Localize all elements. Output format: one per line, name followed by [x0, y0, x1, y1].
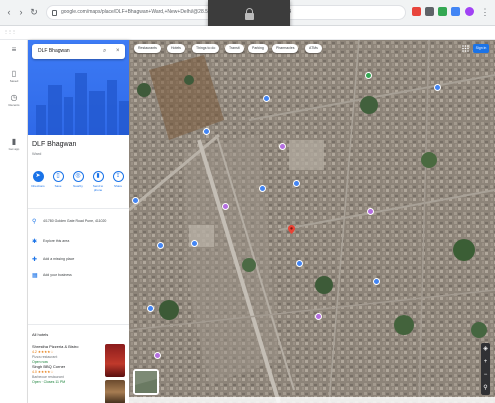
nearby-button[interactable]: ◎ Nearby [69, 171, 87, 188]
directions-icon: ➤ [32, 171, 44, 182]
map-footer-bar [129, 397, 495, 403]
compass-icon[interactable]: ◈ [481, 343, 490, 356]
extension-icon[interactable] [425, 7, 434, 16]
bookmark-icon: ▯ [52, 171, 64, 182]
zoom-out-button[interactable]: − [481, 369, 490, 382]
chip-transit[interactable]: Transit [225, 44, 244, 53]
extension-icon[interactable] [451, 7, 460, 16]
business-icon: ▦ [32, 273, 38, 279]
chip-hotels[interactable]: Hotels [167, 44, 185, 53]
add-business-row[interactable]: ▦ Add your business [32, 272, 127, 284]
save-button[interactable]: ▯ Save [49, 171, 67, 188]
add-place-icon: ✚ [32, 257, 38, 263]
map-poi-icon[interactable] [203, 128, 210, 135]
map-poi-icon[interactable] [279, 143, 286, 150]
directions-button[interactable]: ➤ Directions [29, 171, 47, 188]
send-to-phone-button[interactable]: ▮ Send to phone [89, 171, 107, 192]
chip-things-to-do[interactable]: Things to do [192, 44, 220, 53]
left-rail: ≡ ▯ Saved ◷ Recents ▮ Get app [0, 40, 28, 403]
chip-restaurants[interactable]: Restaurants [134, 44, 161, 53]
hamburger-icon: ≡ [11, 45, 17, 54]
bookmark-icon: ▯ [11, 69, 17, 78]
selected-place-pin[interactable] [288, 225, 295, 234]
map-poi-icon[interactable] [154, 352, 161, 359]
location-pin-icon: ⚲ [32, 219, 37, 225]
explore-area-row[interactable]: ✱ Explore this area [32, 238, 127, 250]
menu-button[interactable]: ≡ [0, 46, 28, 54]
sign-in-button[interactable]: Sign in [473, 44, 489, 53]
forward-icon[interactable]: › [16, 7, 26, 17]
place-actions: ➤ Directions ▯ Save ◎ Nearby ▮ Send to p… [28, 171, 129, 201]
apps-icon[interactable]: ⋮⋮⋮ [4, 29, 16, 34]
address-row[interactable]: ⚲ 4/1780 Golden Gate Road Pune, 411020 [32, 218, 127, 230]
map-poi-icon[interactable] [132, 197, 139, 204]
place-title: DLF Bhagwan [32, 141, 77, 148]
map-poi-icon[interactable] [157, 242, 164, 249]
nearby-heading: All hotels [32, 332, 49, 337]
chip-atms[interactable]: ATMs [305, 44, 322, 53]
profile-avatar[interactable] [465, 7, 474, 16]
extension-icon[interactable] [438, 7, 447, 16]
map-poi-icon[interactable] [147, 305, 154, 312]
rail-get-app[interactable]: ▮ Get app [0, 137, 28, 152]
explore-icon: ✱ [32, 239, 38, 245]
satellite-map[interactable]: Restaurants Hotels Things to do Transit … [129, 40, 495, 403]
map-poi-icon[interactable] [259, 185, 266, 192]
add-missing-place-row[interactable]: ✚ Add a missing place [32, 256, 127, 268]
rail-recents[interactable]: ◷ Recents [0, 93, 28, 108]
map-poi-icon[interactable] [365, 72, 372, 79]
map-poi-icon[interactable] [263, 95, 270, 102]
history-icon: ◷ [10, 93, 18, 102]
search-icon[interactable]: ⌕ [103, 48, 106, 54]
phone-icon: ▮ [11, 137, 17, 146]
layers-button[interactable] [133, 369, 159, 395]
place-subtitle: Ward [32, 151, 42, 156]
map-poi-icon[interactable] [222, 203, 229, 210]
phone-icon: ▮ [92, 171, 104, 182]
chip-parking[interactable]: Parking [248, 44, 268, 53]
map-poi-icon[interactable] [191, 240, 198, 247]
back-icon[interactable]: ‹ [4, 7, 14, 17]
search-input[interactable]: DLF Bhagwan ⌕ × [32, 44, 125, 59]
rail-saved[interactable]: ▯ Saved [0, 69, 28, 84]
reload-icon[interactable]: ↻ [29, 7, 39, 17]
nearby-place-card[interactable]: Singh BBQ Corner 4.0 ★★★★☆ Barbecue rest… [32, 364, 125, 403]
share-button[interactable]: ⇪ Share [109, 171, 127, 188]
place-thumbnail [105, 380, 125, 403]
layers-icon [135, 371, 157, 393]
place-panel: DLF Bhagwan ⌕ × DLF Bhagwan Ward ➤ Direc… [28, 40, 129, 403]
apps-grid-icon[interactable] [462, 45, 469, 52]
lock-icon [52, 10, 57, 16]
share-icon: ⇪ [112, 171, 124, 182]
map-poi-icon[interactable] [293, 180, 300, 187]
map-poi-icon[interactable] [367, 208, 374, 215]
bookmarks-bar: ⋮⋮⋮ [0, 26, 495, 40]
map-poi-icon[interactable] [434, 84, 441, 91]
menu-icon[interactable]: ⋮ [480, 7, 490, 17]
divider [28, 208, 129, 209]
pegman-icon[interactable]: ⚲ [481, 382, 490, 395]
zoom-controls: ◈ + − ⚲ [481, 343, 490, 395]
extension-icon[interactable] [412, 7, 421, 16]
map-poi-icon[interactable] [315, 313, 322, 320]
divider [28, 324, 129, 325]
close-icon[interactable]: × [116, 48, 120, 54]
padlock-icon [245, 8, 254, 20]
map-imagery [129, 40, 495, 403]
map-poi-icon[interactable] [373, 278, 380, 285]
zoom-in-button[interactable]: + [481, 356, 490, 369]
nearby-icon: ◎ [72, 171, 84, 182]
map-poi-icon[interactable] [296, 260, 303, 267]
chip-pharmacies[interactable]: Pharmacies [272, 44, 299, 53]
place-hero-image: DLF Bhagwan ⌕ × [28, 40, 129, 135]
